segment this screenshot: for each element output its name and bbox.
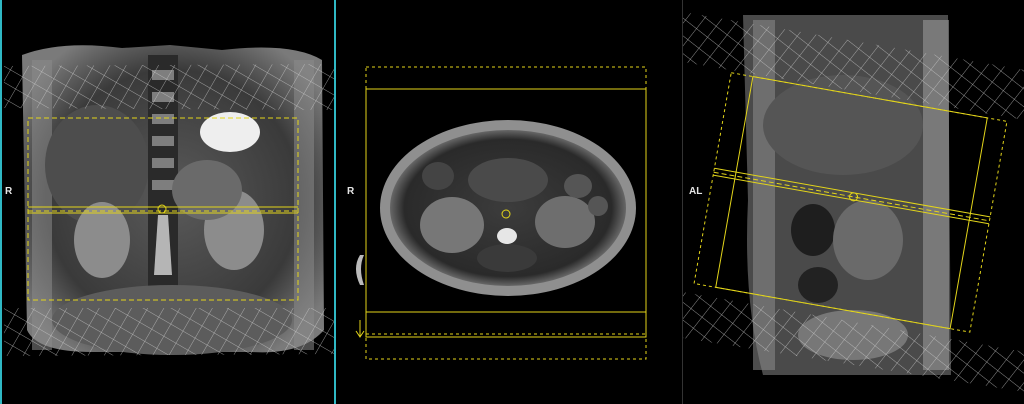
saturation-band-bottom[interactable] bbox=[4, 308, 336, 356]
saturation-band-top[interactable] bbox=[4, 64, 336, 110]
sagittal-viewport[interactable]: AL bbox=[682, 0, 1024, 404]
axial-viewport[interactable]: R bbox=[340, 0, 680, 404]
orientation-label: R bbox=[347, 186, 355, 197]
coronal-image bbox=[4, 45, 336, 356]
orientation-label: R bbox=[5, 186, 13, 197]
axial-image bbox=[355, 66, 647, 360]
sagittal-image bbox=[683, 12, 1024, 392]
direction-arrow-icon[interactable] bbox=[355, 320, 365, 338]
coronal-viewport[interactable]: R bbox=[0, 0, 336, 404]
orientation-label: AL bbox=[689, 186, 703, 197]
